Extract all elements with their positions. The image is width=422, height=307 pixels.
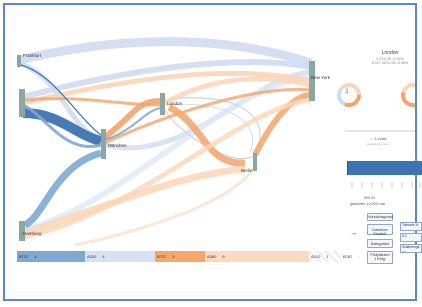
legend-seg-a310[interactable]: A310 1 [309,251,341,262]
legend-label: B737 [19,254,29,259]
side-fields: Toleranz % 5 4 Skalierungs. — [400,222,422,255]
node-label-newyork: New York [311,75,331,80]
donut-right [401,83,415,107]
detail-subtitle: Σ 47/4.35 / 9.02% EGLT 32/21.08 / 9.88% [360,57,420,65]
legend-value: 5 [172,254,175,259]
flow-orange-berlin-newyork [252,92,312,157]
legend-seg-a380[interactable]: A380 6 [205,251,309,262]
alphabetical-button[interactable]: Daneben Einstell. [367,224,393,236]
legend-label: A310 [311,254,321,259]
tolerance-field-value: 5 4 [402,234,407,238]
detail-subtitle-line2: EGLT 32/21.08 / 9.88% [371,61,409,65]
category-button[interactable]: Kategorien [367,239,393,248]
legend-value: 1 [326,254,329,259]
node-label-hamburg: Hamburg [23,231,42,236]
node-label-frankfurt: Frankfurt [23,53,42,58]
links-count: → 3 Links [369,137,387,141]
legend-label: A380 [207,254,217,259]
tolerance-field-label: Toleranz % [402,223,419,227]
node-bar-munchen [101,129,106,159]
slider-status: gewichtet: 10.00% min [350,202,386,206]
scaling-field[interactable]: Skalierungs. — [400,244,422,253]
flow-orange-lefttop-london [22,97,162,107]
legend-value: 6 [222,254,225,259]
donut-left [337,83,361,107]
detail-title: London [381,50,399,56]
legend-label: A320 [87,254,97,259]
node-bar-frankfurt [17,55,21,67]
legend-label: B737 [157,254,167,259]
slider-ticks [351,182,421,188]
legend-value: · [358,254,360,259]
priority-button-line2: 1 Eing. [374,257,386,262]
node-label-munchen: München [108,143,127,148]
aircraft-legend-bar[interactable]: B737 4 A320 4 B737 5 A380 6 A310 1 B787 … [17,251,360,262]
threshold-slider[interactable] [347,161,422,175]
priority-button[interactable]: Prüfplatzen 1 Eing. [367,251,393,264]
tolerance-value-field[interactable]: 5 4 [400,233,422,242]
node-bar-london [160,93,165,115]
legend-value: 4 [34,254,37,259]
legend-label: B787 [343,254,353,259]
links-subtitle: selected for view [366,142,390,146]
scaling-field-value: — [402,249,406,253]
node-bar-berlin [253,153,257,171]
legend-value: 4 [102,254,105,259]
donut-center-number: 3 [345,89,349,95]
node-bar-lefttop [19,89,25,117]
tolerance-field[interactable]: Toleranz % [400,222,422,231]
node-label-london: London [167,101,183,106]
node-bar-newyork [309,61,315,101]
legend-seg-b737-blue[interactable]: B737 4 [17,251,85,262]
legend-seg-b737-orange[interactable]: B737 5 [155,251,205,262]
slider-value: 500.00 [364,196,375,200]
legend-seg-a320[interactable]: A320 4 [85,251,155,262]
overview-button[interactable]: Vorsichtsgrund [367,213,393,221]
node-label-berlin: Berlin [241,168,253,173]
legend-seg-b787[interactable]: B787 · [341,251,360,262]
arrow-right-icon: → [350,230,357,237]
